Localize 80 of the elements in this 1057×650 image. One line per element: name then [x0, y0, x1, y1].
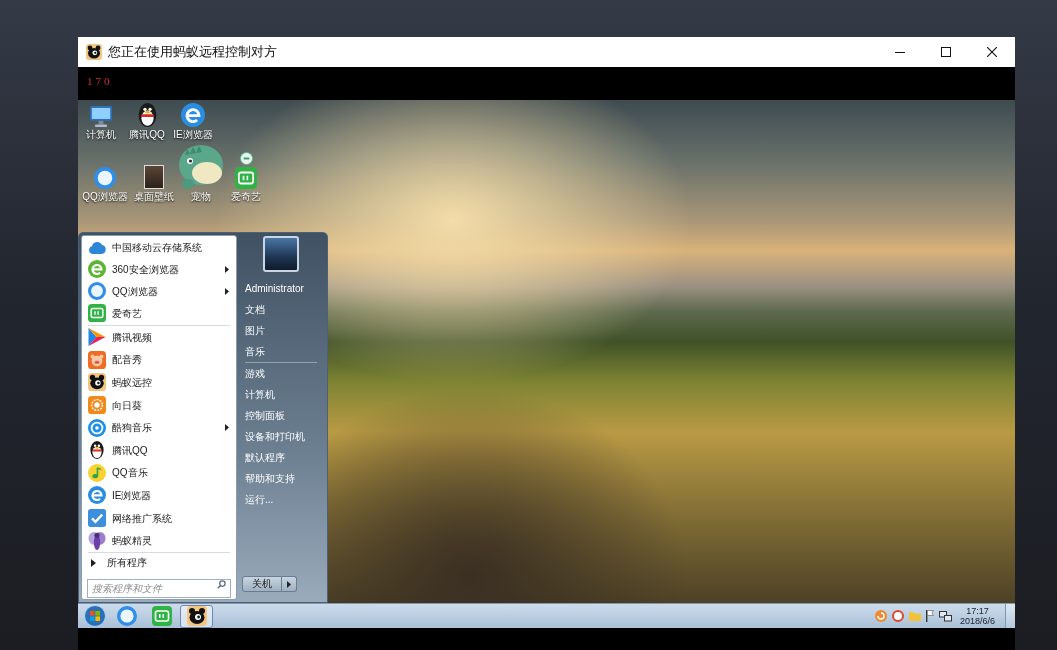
start-menu-link[interactable]: 图片 — [237, 320, 325, 341]
desktop-shortcut[interactable]: 宠物 — [176, 145, 226, 203]
desktop-shortcut[interactable]: QQ浏览器 — [78, 167, 132, 203]
start-menu-item[interactable]: 酷狗音乐 — [82, 416, 236, 439]
bear-face-icon — [186, 606, 207, 626]
orb-icon — [84, 605, 106, 627]
desktop-shortcut[interactable]: IE浏览器 — [170, 103, 216, 141]
flag-icon — [925, 610, 934, 622]
expand-triangle-icon — [91, 558, 96, 567]
start-menu-link[interactable]: 默认程序 — [237, 447, 325, 468]
tv-frame-icon — [88, 304, 106, 322]
e-logo-icon — [88, 486, 106, 505]
computer-icon — [90, 106, 112, 127]
start-menu-link[interactable]: 设备和打印机 — [237, 426, 325, 447]
cloud-icon — [88, 240, 106, 254]
shutdown-button[interactable]: 关机 — [242, 576, 282, 592]
all-programs-button[interactable]: 所有程序 — [82, 552, 236, 573]
start-menu-item[interactable]: 爱奇艺 — [82, 302, 236, 324]
start-menu-item[interactable]: 向日葵 — [82, 393, 236, 417]
ring-icon — [116, 606, 137, 626]
close-icon — [987, 47, 997, 57]
checkmark-icon — [88, 509, 106, 528]
ring-icon — [88, 418, 106, 437]
dinosaur-icon — [179, 145, 223, 189]
butterfly-icon — [88, 531, 106, 550]
e-logo-icon — [88, 260, 106, 278]
submenu-arrow-icon — [225, 424, 229, 432]
minus-circle-icon — [239, 152, 253, 165]
minimize-icon — [895, 51, 905, 53]
submenu-arrow-icon — [225, 265, 229, 273]
start-menu-link[interactable]: 文档 — [237, 299, 325, 320]
start-menu-link[interactable]: 计算机 — [237, 384, 325, 405]
status-number: 170 — [87, 75, 113, 87]
caret-icon — [287, 580, 291, 588]
desktop-shortcut[interactable]: 腾讯QQ — [124, 103, 170, 141]
ring-icon — [891, 610, 904, 622]
show-desktop-button[interactable] — [1005, 604, 1015, 628]
start-menu-item[interactable]: 腾讯视频 — [82, 326, 236, 349]
taskbar-clock[interactable]: 17:17 2018/6/6 — [959, 606, 995, 626]
start-menu-link[interactable]: 音乐 — [237, 341, 325, 362]
search-field[interactable]: 搜索程序和文件 — [87, 579, 231, 598]
start-menu-item[interactable]: 腾讯QQ — [82, 438, 236, 462]
taskbar-app-button[interactable] — [180, 604, 213, 628]
start-menu-item[interactable]: 蚂蚁精灵 — [82, 529, 236, 552]
user-picture — [263, 236, 299, 272]
music-note-icon — [88, 463, 106, 482]
play-icon — [88, 328, 106, 347]
desktop-shortcut[interactable]: 计算机 — [78, 106, 124, 141]
start-menu-link[interactable]: 帮助和支持 — [237, 468, 325, 489]
start-menu-item[interactable]: IE浏览器 — [82, 484, 236, 507]
search-icon — [217, 580, 226, 589]
start-menu-item[interactable]: 网络推广系统 — [82, 506, 236, 530]
start-menu-item[interactable]: 360安全浏览器 — [82, 258, 236, 280]
start-menu-link[interactable]: 游戏 — [237, 363, 325, 384]
penguin-icon — [137, 103, 157, 127]
penguin-icon — [90, 441, 104, 460]
submenu-arrow-icon — [225, 287, 229, 295]
start-menu-link[interactable]: 控制面板 — [237, 405, 325, 426]
swirl-icon — [874, 610, 887, 622]
start-menu-item[interactable]: 蚂蚁远控 — [82, 371, 236, 394]
sun-icon — [88, 396, 106, 415]
photo-thumbnail — [144, 165, 164, 189]
ring-icon — [88, 282, 106, 300]
start-menu-item[interactable]: QQ浏览器 — [82, 280, 236, 302]
tv-frame-icon — [235, 167, 257, 189]
start-menu-item[interactable]: QQ音乐 — [82, 461, 236, 485]
window-title: 您正在使用蚂蚁远程控制对方 — [108, 43, 277, 62]
user-name-link[interactable]: Administrator — [237, 278, 325, 299]
bear-face-icon — [88, 373, 106, 392]
bear-face-icon — [86, 44, 102, 60]
monitors-icon — [938, 610, 952, 622]
start-menu-item[interactable]: 配音秀 — [82, 348, 236, 372]
e-logo-icon — [181, 103, 205, 127]
maximize-icon — [941, 47, 951, 57]
start-menu-item[interactable]: 中国移动云存储系统 — [82, 236, 236, 258]
shutdown-options-button[interactable] — [282, 576, 297, 592]
folder-icon — [908, 611, 921, 621]
ring-icon — [94, 167, 116, 189]
tv-frame-icon — [151, 606, 172, 626]
pig-face-icon — [88, 350, 106, 369]
